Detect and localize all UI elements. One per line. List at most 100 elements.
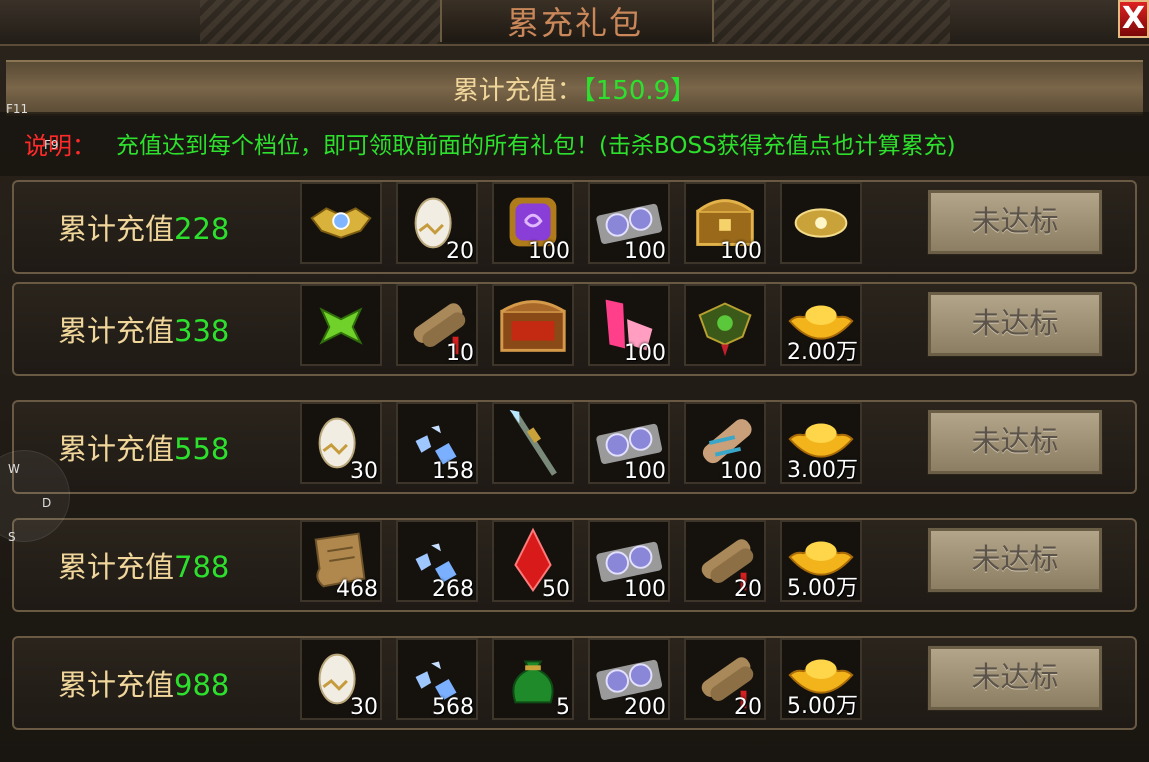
hotkey-f11[interactable]: F11: [6, 102, 28, 116]
reward-count: 20: [734, 577, 762, 602]
total-recharge-label: 累计充值：: [452, 76, 583, 106]
reward-count: 50: [542, 577, 570, 602]
reward-slot[interactable]: 3.00万: [780, 402, 862, 484]
reward-slot[interactable]: 158: [396, 402, 478, 484]
gold-medal-icon: [782, 184, 860, 262]
tier-label: 累计充值558: [58, 426, 229, 468]
tier-label-text: 累计充值: [58, 314, 175, 348]
green-amulet-icon: [686, 286, 764, 364]
reward-count: 10: [446, 341, 474, 366]
reward-slot[interactable]: [684, 284, 766, 366]
reward-slot[interactable]: 5: [492, 638, 574, 720]
reward-count: 100: [624, 577, 666, 602]
tier-row-988: 累计充值988 30 568 5 200 20 5.00万 未达标: [12, 636, 1137, 730]
tier-label-text: 累计充值: [58, 432, 175, 466]
reward-slot[interactable]: [492, 284, 574, 366]
reward-count: 158: [432, 459, 474, 484]
title-bar: 累充礼包 X: [0, 0, 1149, 46]
window-title: 累充礼包: [506, 4, 643, 42]
spear-icon: [494, 404, 572, 482]
reward-slot[interactable]: [300, 182, 382, 264]
reward-count: 30: [350, 459, 378, 484]
hotkey-d[interactable]: D: [42, 496, 51, 510]
reward-slot[interactable]: 5.00万: [780, 520, 862, 602]
tier-row-338: 累计充值338 10 100 2.00万 未达标: [12, 282, 1137, 376]
reward-slot[interactable]: [492, 402, 574, 484]
reward-slot[interactable]: 2.00万: [780, 284, 862, 366]
tier-amount: 788: [174, 550, 230, 584]
reward-count: 100: [624, 341, 666, 366]
reward-count: 100: [528, 239, 570, 264]
reward-slot[interactable]: 100: [684, 402, 766, 484]
reward-slot[interactable]: 100: [492, 182, 574, 264]
hotkey-s[interactable]: S: [8, 530, 16, 544]
claim-button[interactable]: 未达标: [927, 409, 1103, 475]
reward-slot[interactable]: [780, 182, 862, 264]
reward-slot[interactable]: 5.00万: [780, 638, 862, 720]
claim-button[interactable]: 未达标: [927, 645, 1103, 711]
reward-slot[interactable]: 50: [492, 520, 574, 602]
reward-count: 20: [446, 239, 474, 264]
tier-row-558: 累计充值558 30 158 100 100 3.00万 未达标: [12, 400, 1137, 494]
reward-slot[interactable]: 268: [396, 520, 478, 602]
reward-slot[interactable]: 20: [684, 520, 766, 602]
reward-count: 5.00万: [787, 576, 858, 601]
reward-count: 2.00万: [787, 340, 858, 365]
green-emblem-icon: [302, 286, 380, 364]
red-chest-icon: [494, 286, 572, 364]
reward-count: 568: [432, 695, 474, 720]
notice-heading: 说明：: [24, 132, 96, 160]
tier-row-788: 累计充值788 468 268 50 100 20 5.00万 未达标: [12, 518, 1137, 612]
left-ornament: [200, 0, 440, 44]
reward-slot[interactable]: 200: [588, 638, 670, 720]
reward-slot[interactable]: 100: [684, 182, 766, 264]
reward-slot[interactable]: 20: [684, 638, 766, 720]
reward-slot[interactable]: 100: [588, 182, 670, 264]
tier-label: 累计充值788: [58, 544, 229, 586]
reward-count: 468: [336, 577, 378, 602]
hotkey-w[interactable]: W: [8, 462, 20, 476]
tier-label: 累计充值338: [58, 308, 229, 350]
reward-count: 5.00万: [787, 694, 858, 719]
reward-count: 268: [432, 577, 474, 602]
reward-slot[interactable]: 100: [588, 520, 670, 602]
gold-emblem-icon: [302, 184, 380, 262]
reward-slot[interactable]: 468: [300, 520, 382, 602]
hotkey-f9[interactable]: F9: [44, 138, 59, 152]
tier-amount: 228: [174, 212, 230, 246]
reward-count: 3.00万: [787, 458, 858, 483]
tier-amount: 558: [174, 432, 230, 466]
close-button[interactable]: X: [1118, 0, 1149, 38]
tier-label-text: 累计充值: [58, 212, 175, 246]
tier-row-228: 累计充值228 20 100 100 100 未达标: [12, 180, 1137, 274]
tier-label-text: 累计充值: [58, 550, 175, 584]
claim-button[interactable]: 未达标: [927, 291, 1103, 357]
reward-count: 20: [734, 695, 762, 720]
reward-slot[interactable]: [300, 284, 382, 366]
reward-slot[interactable]: 20: [396, 182, 478, 264]
reward-count: 30: [350, 695, 378, 720]
gift-window: 累充礼包 X 累计充值：【150.9】 说明： 充值达到每个档位，即可领取前面的…: [0, 0, 1149, 762]
reward-count: 100: [720, 239, 762, 264]
reward-slot[interactable]: 100: [588, 284, 670, 366]
claim-button[interactable]: 未达标: [927, 527, 1103, 593]
tier-label: 累计充值228: [58, 206, 229, 248]
reward-count: 200: [624, 695, 666, 720]
tier-amount: 338: [174, 314, 230, 348]
reward-count: 100: [624, 459, 666, 484]
tier-label: 累计充值988: [58, 662, 229, 704]
total-recharge-text: 累计充值：【150.9】: [6, 70, 1143, 107]
reward-slot[interactable]: 100: [588, 402, 670, 484]
tier-amount: 988: [174, 668, 230, 702]
reward-slot[interactable]: 30: [300, 402, 382, 484]
reward-slot[interactable]: 30: [300, 638, 382, 720]
right-ornament: [710, 0, 950, 44]
tier-label-text: 累计充值: [58, 668, 175, 702]
reward-slot[interactable]: 568: [396, 638, 478, 720]
notice-text: 充值达到每个档位，即可领取前面的所有礼包！(击杀BOSS获得充值点也计算累充): [116, 133, 956, 159]
total-recharge-bar: 累计充值：【150.9】: [6, 60, 1143, 116]
reward-count: 100: [720, 459, 762, 484]
total-recharge-value: 【150.9】: [582, 76, 697, 106]
claim-button[interactable]: 未达标: [927, 189, 1103, 255]
reward-slot[interactable]: 10: [396, 284, 478, 366]
